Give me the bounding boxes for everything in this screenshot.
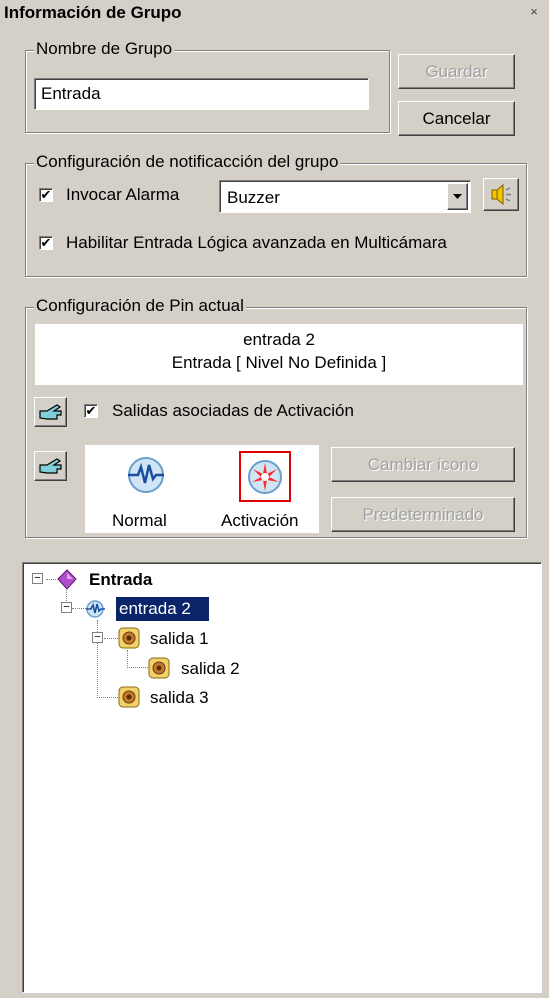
tree-line bbox=[127, 667, 148, 668]
icon-pick-button[interactable] bbox=[34, 451, 67, 481]
pointing-hand-icon bbox=[39, 458, 62, 474]
output-pin-icon bbox=[118, 686, 140, 708]
tree-collapse-toggle[interactable]: − bbox=[92, 632, 103, 643]
invoke-alarm-label: Invocar Alarma bbox=[66, 185, 180, 204]
tree-line bbox=[127, 650, 128, 668]
outputs-pick-button[interactable] bbox=[34, 397, 67, 427]
outputs-checkbox[interactable]: ✔ bbox=[84, 404, 98, 418]
advanced-logic-label: Habilitar Entrada Lógica avanzada en Mul… bbox=[66, 233, 447, 252]
window-title: Información de Grupo bbox=[4, 3, 182, 22]
output-pin-icon bbox=[148, 657, 170, 679]
pin-name: entrada 2 bbox=[243, 330, 315, 349]
close-button[interactable]: × bbox=[526, 5, 542, 21]
pin-legend: Configuración de Pin actual bbox=[34, 296, 246, 316]
cancel-button[interactable]: Cancelar bbox=[398, 101, 515, 136]
sound-test-button[interactable] bbox=[483, 178, 519, 211]
group-name-input[interactable]: Entrada bbox=[34, 78, 369, 110]
input-pin-icon bbox=[86, 600, 105, 618]
activation-state-icon bbox=[248, 460, 282, 494]
default-icon-button[interactable]: Predeterminado bbox=[331, 497, 515, 532]
pin-tree[interactable] bbox=[22, 562, 542, 993]
outputs-label: Salidas asociadas de Activación bbox=[112, 401, 354, 420]
advanced-logic-checkbox[interactable]: ✔ bbox=[39, 236, 53, 250]
normal-icon-label: Normal bbox=[112, 511, 167, 530]
output-pin-icon bbox=[118, 627, 140, 649]
activation-icon-label: Activación bbox=[221, 511, 299, 530]
group-name-legend: Nombre de Grupo bbox=[34, 39, 175, 59]
group-node-icon bbox=[57, 569, 77, 590]
tree-collapse-toggle[interactable]: − bbox=[32, 573, 43, 584]
tree-line bbox=[97, 697, 118, 698]
tree-collapse-toggle[interactable]: − bbox=[61, 602, 72, 613]
tree-node-output[interactable]: salida 2 bbox=[181, 659, 240, 679]
tree-line bbox=[46, 579, 56, 580]
tree-node-output[interactable]: salida 3 bbox=[150, 688, 209, 708]
save-button[interactable]: Guardar bbox=[398, 54, 515, 89]
change-icon-button[interactable]: Cambiar ícono bbox=[331, 447, 515, 482]
pin-description: Entrada [ Nivel No Definida ] bbox=[171, 353, 387, 372]
tree-line bbox=[104, 638, 118, 639]
tree-node-output[interactable]: salida 1 bbox=[150, 629, 209, 649]
invoke-alarm-checkbox[interactable]: ✔ bbox=[39, 188, 53, 202]
pointing-hand-icon bbox=[39, 404, 62, 420]
chevron-down-icon bbox=[453, 194, 462, 199]
notification-legend: Configuración de notificacción del grupo bbox=[34, 152, 341, 172]
normal-state-icon bbox=[128, 457, 164, 493]
tree-node-input[interactable]: entrada 2 bbox=[119, 599, 191, 619]
tree-node-root[interactable]: Entrada bbox=[89, 570, 152, 590]
dropdown-arrow-button[interactable] bbox=[447, 183, 468, 210]
alarm-select-value: Buzzer bbox=[227, 188, 280, 207]
speaker-icon bbox=[491, 183, 511, 206]
